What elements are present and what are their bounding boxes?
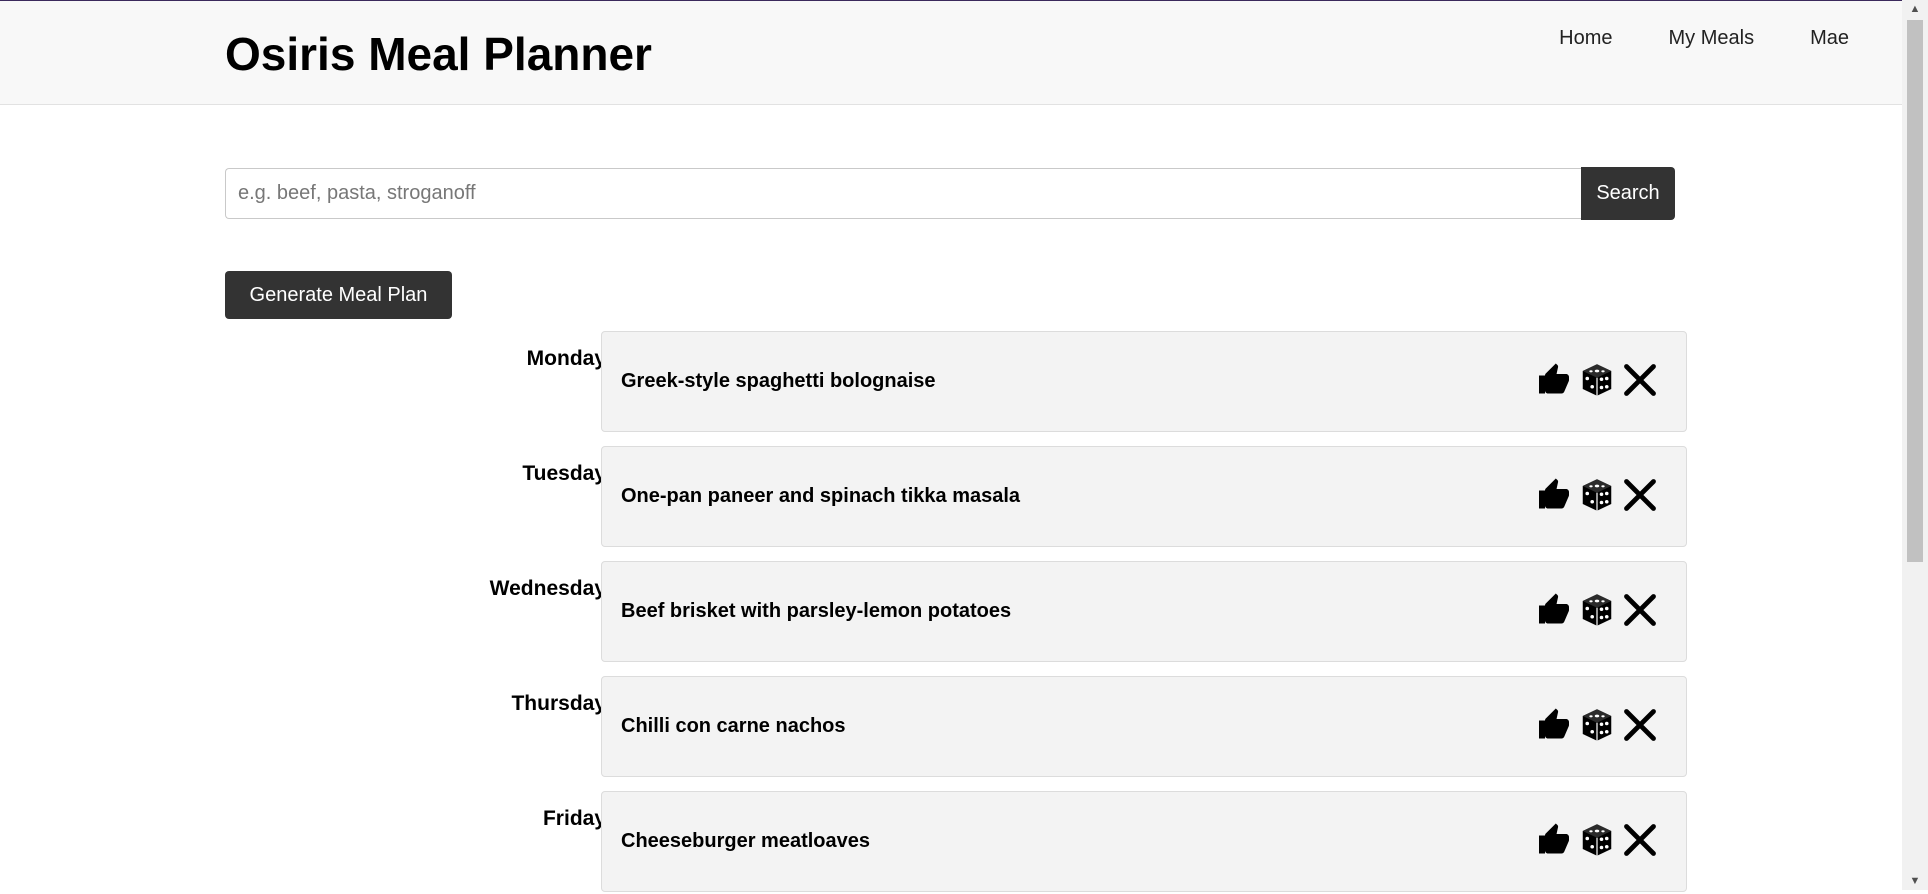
- meal-card[interactable]: One-pan paneer and spinach tikka masala: [601, 446, 1687, 547]
- main-nav: Home My Meals Mae: [1503, 27, 1849, 50]
- meal-name[interactable]: One-pan paneer and spinach tikka masala: [621, 485, 1020, 508]
- scroll-thumb[interactable]: [1907, 20, 1923, 562]
- thumbs-up-icon[interactable]: [1536, 362, 1572, 398]
- day-row: Friday: Cheeseburger meatloaves: [225, 791, 1687, 894]
- close-icon[interactable]: [1622, 477, 1658, 513]
- scroll-up-arrow-icon[interactable]: ▲: [1902, 0, 1928, 18]
- meal-name[interactable]: Cheeseburger meatloaves: [621, 830, 870, 853]
- meal-card[interactable]: Greek-style spaghetti bolognaise: [601, 331, 1687, 432]
- day-label: Thursday:: [511, 692, 613, 715]
- thumbs-up-icon[interactable]: [1536, 707, 1572, 743]
- dice-icon[interactable]: [1579, 822, 1615, 858]
- day-row: Wednesday: Beef brisket with parsley-lemo…: [225, 561, 1687, 664]
- dice-icon[interactable]: [1579, 477, 1615, 513]
- meal-actions: [1529, 592, 1658, 628]
- nav-user[interactable]: Mae: [1810, 27, 1849, 50]
- search-input[interactable]: [225, 168, 1581, 219]
- close-icon[interactable]: [1622, 707, 1658, 743]
- close-icon[interactable]: [1622, 362, 1658, 398]
- scrollbar[interactable]: ▲ ▼: [1902, 0, 1928, 890]
- day-row: Monday: Greek-style spaghetti bolognaise: [225, 331, 1687, 434]
- thumbs-up-icon[interactable]: [1536, 592, 1572, 628]
- search-bar: Search: [225, 167, 1675, 221]
- day-row: Thursday: Chilli con carne nachos: [225, 676, 1687, 779]
- meal-name[interactable]: Beef brisket with parsley-lemon potatoes: [621, 600, 1011, 623]
- dice-icon[interactable]: [1579, 707, 1615, 743]
- thumbs-up-icon[interactable]: [1536, 822, 1572, 858]
- site-title: Osiris Meal Planner: [225, 28, 652, 80]
- meal-card[interactable]: Beef brisket with parsley-lemon potatoes: [601, 561, 1687, 662]
- meal-actions: [1529, 822, 1658, 858]
- meal-actions: [1529, 707, 1658, 743]
- nav-my-meals[interactable]: My Meals: [1669, 27, 1755, 50]
- generate-meal-plan-button[interactable]: Generate Meal Plan: [225, 271, 452, 319]
- dice-icon[interactable]: [1579, 592, 1615, 628]
- meal-name[interactable]: Greek-style spaghetti bolognaise: [621, 370, 936, 393]
- dice-icon[interactable]: [1579, 362, 1615, 398]
- nav-home[interactable]: Home: [1559, 27, 1612, 50]
- scroll-down-arrow-icon[interactable]: ▼: [1902, 872, 1928, 890]
- day-label: Tuesday:: [522, 462, 613, 485]
- site-header: Osiris Meal Planner Home My Meals Mae: [0, 1, 1902, 105]
- meal-card[interactable]: Chilli con carne nachos: [601, 676, 1687, 777]
- meal-actions: [1529, 362, 1658, 398]
- close-icon[interactable]: [1622, 822, 1658, 858]
- meal-actions: [1529, 477, 1658, 513]
- search-button[interactable]: Search: [1581, 167, 1675, 220]
- meal-card[interactable]: Cheeseburger meatloaves: [601, 791, 1687, 892]
- day-label: Wednesday:: [489, 577, 613, 600]
- day-row: Tuesday: One-pan paneer and spinach tikka…: [225, 446, 1687, 549]
- close-icon[interactable]: [1622, 592, 1658, 628]
- thumbs-up-icon[interactable]: [1536, 477, 1572, 513]
- meal-name[interactable]: Chilli con carne nachos: [621, 715, 846, 738]
